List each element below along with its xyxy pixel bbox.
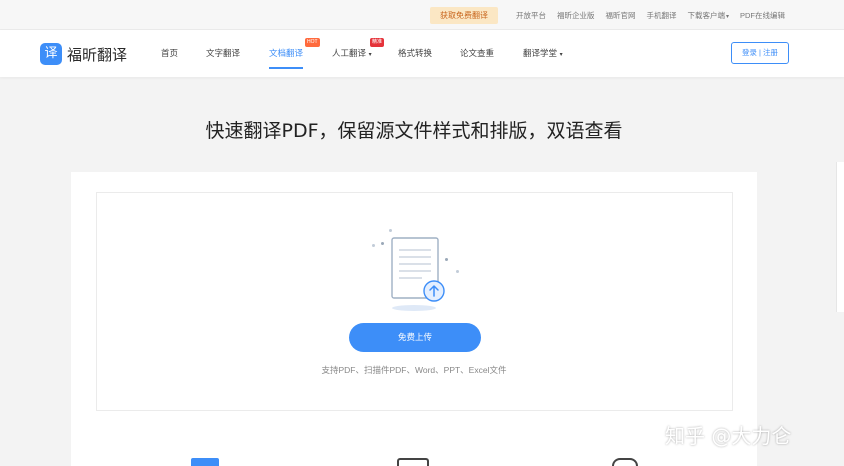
chevron-down-icon: ▾ xyxy=(726,13,730,20)
main-navbar: 译 福昕翻译 首页 文字翻译 文档翻译 HOT 人工翻译 ▾ 精准 格式转换 论… xyxy=(0,30,844,77)
nav-format-conversion[interactable]: 格式转换 xyxy=(398,30,432,77)
decor-dot xyxy=(381,242,384,245)
document-upload-icon xyxy=(391,237,445,311)
zhihu-watermark: 知乎 @大力仑 xyxy=(665,424,792,448)
feature-icon xyxy=(191,458,219,466)
nav-document-translation[interactable]: 文档翻译 HOT xyxy=(269,30,320,77)
nav-human-translation-label: 人工翻译 xyxy=(332,48,367,58)
link-enterprise[interactable]: 福昕企业版 xyxy=(557,10,595,21)
feature-icon xyxy=(397,458,429,466)
decor-dot xyxy=(389,229,392,232)
brand-logo[interactable]: 译 福昕翻译 xyxy=(40,43,127,65)
chevron-down-icon: ▾ xyxy=(367,52,372,58)
hot-badge: HOT xyxy=(305,38,320,47)
chevron-down-icon: ▾ xyxy=(558,52,563,58)
nav-plagiarism-check[interactable]: 论文查重 xyxy=(460,30,494,77)
nav-text-translation[interactable]: 文字翻译 xyxy=(206,30,240,77)
download-client-label: 下载客户端 xyxy=(687,10,726,20)
precise-badge: 精准 xyxy=(370,38,385,47)
nav-human-translation[interactable]: 人工翻译 ▾ 精准 xyxy=(332,30,385,77)
link-open-platform[interactable]: 开放平台 xyxy=(516,10,546,21)
link-download-client[interactable]: 下载客户端▾ xyxy=(688,10,730,21)
login-register-button[interactable]: 登录 | 注册 xyxy=(731,42,789,64)
feature-icon xyxy=(612,458,638,466)
free-translation-promo[interactable]: 获取免费翻译 xyxy=(430,7,498,24)
nav-translation-academy[interactable]: 翻译学堂 ▾ xyxy=(523,30,563,77)
brand-name: 福昕翻译 xyxy=(67,45,128,64)
page-headline: 快速翻译PDF，保留源文件样式和排版，双语查看 xyxy=(205,120,623,142)
side-floating-panel[interactable] xyxy=(836,162,844,312)
top-links: 开放平台 福昕企业版 福昕官网 手机翻译 下载客户端▾ PDF在线编辑 xyxy=(516,0,785,30)
free-upload-button[interactable]: 免费上传 xyxy=(349,323,481,352)
nav-home[interactable]: 首页 xyxy=(161,30,178,77)
top-utility-bar: 获取免费翻译 开放平台 福昕企业版 福昕官网 手机翻译 下载客户端▾ PDF在线… xyxy=(0,0,844,30)
link-pdf-online-edit[interactable]: PDF在线编辑 xyxy=(740,10,785,21)
decor-dot xyxy=(372,244,375,247)
supported-formats-text: 支持PDF、扫描件PDF、Word、PPT、Excel文件 xyxy=(321,365,507,375)
nav-translation-academy-label: 翻译学堂 xyxy=(523,48,558,58)
nav-document-translation-label: 文档翻译 xyxy=(269,48,304,58)
translate-logo-icon: 译 xyxy=(40,43,62,65)
decor-dot xyxy=(456,270,459,273)
link-official-site[interactable]: 福昕官网 xyxy=(606,10,636,21)
link-mobile-translation[interactable]: 手机翻译 xyxy=(647,10,677,21)
